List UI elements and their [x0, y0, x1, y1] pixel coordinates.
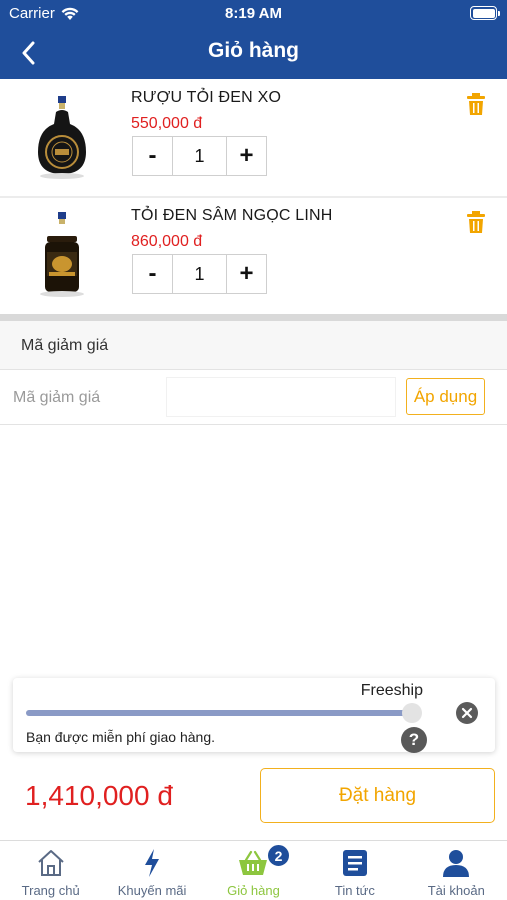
user-icon — [443, 850, 470, 877]
basket-icon — [239, 850, 268, 875]
status-bar: Carrier 8:19 AM — [0, 0, 507, 28]
home-icon — [38, 850, 64, 876]
cart-item: TỎI ĐEN SÂM NGỌC LINH 860,000 đ - 1 + — [0, 198, 507, 314]
freeship-progress-track — [26, 710, 419, 716]
tab-home[interactable]: Trang chủ — [0, 841, 101, 900]
product-price: 860,000 đ — [131, 233, 203, 250]
page-title: Giỏ hàng — [208, 39, 299, 62]
freeship-progress-fill — [26, 710, 419, 716]
tab-label: Tin tức — [334, 883, 375, 898]
tab-label: Trang chủ — [21, 883, 80, 898]
discount-section-title: Mã giảm giá — [21, 337, 109, 354]
product-price: 550,000 đ — [131, 115, 203, 132]
cart-total: 1,410,000 đ — [25, 780, 173, 811]
product-image-wine-bottle[interactable] — [28, 94, 96, 190]
trash-icon[interactable] — [466, 92, 486, 116]
tab-label: Giỏ hàng — [227, 883, 280, 898]
trash-icon[interactable] — [466, 210, 486, 234]
increase-quantity-button[interactable]: + — [227, 137, 266, 175]
apply-discount-button[interactable]: Áp dụng — [406, 378, 485, 415]
place-order-button[interactable]: Đặt hàng — [260, 768, 495, 823]
tab-label: Tài khoản — [427, 883, 485, 898]
quantity-stepper: - 1 + — [132, 136, 267, 176]
tab-account[interactable]: Tài khoản — [406, 841, 507, 900]
tab-label: Khuyến mãi — [117, 883, 187, 898]
cart-count-badge: 2 — [266, 843, 291, 868]
product-name[interactable]: TỎI ĐEN SÂM NGỌC LINH — [131, 207, 333, 225]
freeship-progress-knob — [402, 703, 422, 723]
cart-screen: Carrier 8:19 AM Giỏ hàng RƯỢU TỎI ĐEN XO… — [0, 0, 507, 900]
discount-section-header: Mã giảm giá — [0, 321, 507, 370]
quantity-stepper: - 1 + — [132, 254, 267, 294]
quantity-value[interactable]: 1 — [172, 137, 227, 175]
news-icon — [342, 850, 367, 876]
bottom-tab-bar: Trang chủ Khuyến mãi Giỏ hàng Tin tức Tà… — [0, 840, 507, 900]
discount-row: Mã giảm giá Áp dụng — [0, 370, 507, 425]
status-time: 8:19 AM — [225, 5, 282, 22]
product-image-jar[interactable] — [28, 210, 96, 306]
product-name[interactable]: RƯỢU TỎI ĐEN XO — [131, 89, 281, 107]
discount-field-label: Mã giảm giá — [13, 389, 101, 406]
cart-item: RƯỢU TỎI ĐEN XO 550,000 đ - 1 + — [0, 80, 507, 196]
lightning-icon — [145, 849, 160, 877]
decrease-quantity-button[interactable]: - — [133, 137, 172, 175]
close-icon — [461, 707, 473, 719]
quantity-value[interactable]: 1 — [172, 255, 227, 293]
discount-code-input[interactable] — [166, 377, 396, 417]
tab-promo[interactable]: Khuyến mãi — [101, 841, 202, 900]
freeship-message: Bạn được miễn phí giao hàng. — [26, 729, 216, 745]
battery-icon — [470, 6, 500, 20]
freeship-popup: Freeship Bạn được miễn phí giao hàng. ? — [13, 678, 495, 753]
close-freeship-button[interactable] — [456, 702, 478, 724]
header-bar: Carrier 8:19 AM Giỏ hàng — [0, 0, 507, 79]
help-icon[interactable]: ? — [401, 727, 427, 753]
tab-news[interactable]: Tin tức — [304, 841, 405, 900]
decrease-quantity-button[interactable]: - — [133, 255, 172, 293]
section-divider — [0, 314, 507, 321]
increase-quantity-button[interactable]: + — [227, 255, 266, 293]
freeship-label: Freeship — [360, 682, 423, 699]
